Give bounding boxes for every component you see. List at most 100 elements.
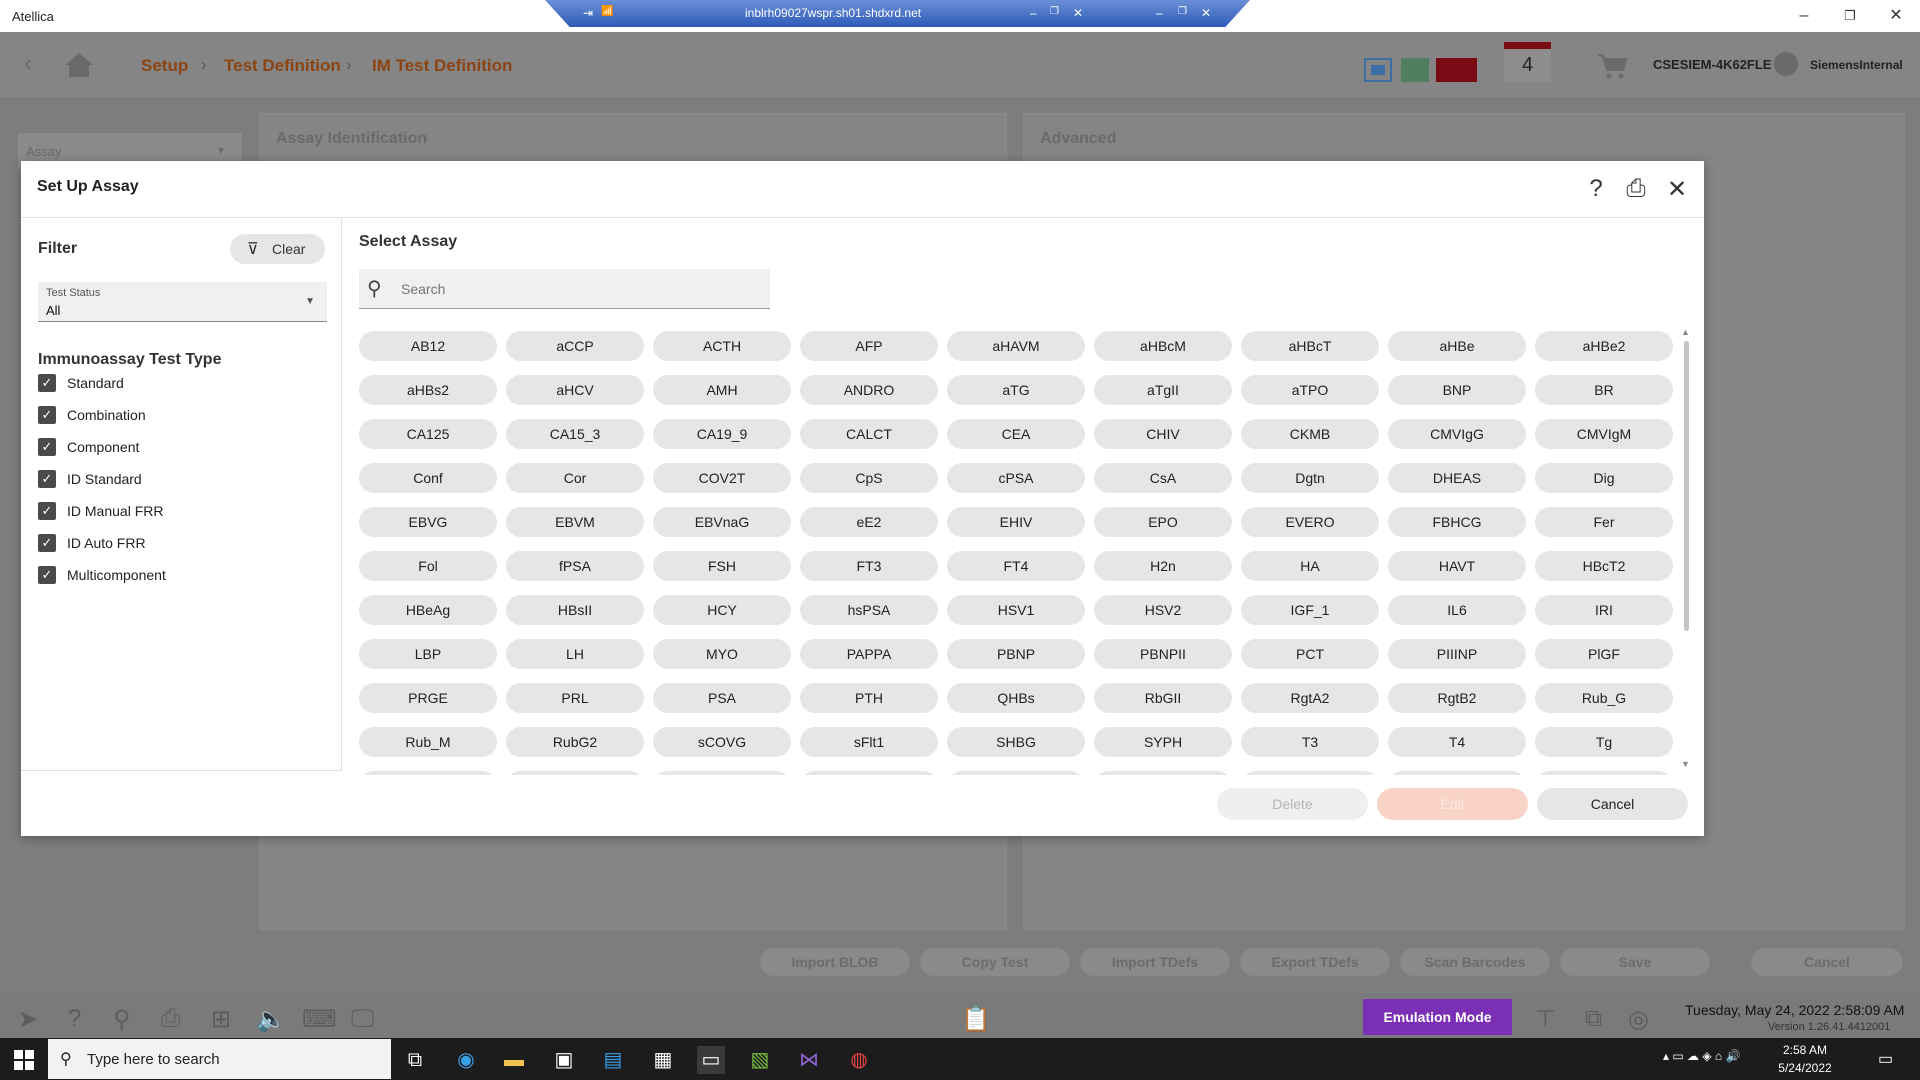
taskbar-time[interactable]: 2:58 AM [1777, 1043, 1833, 1057]
assay-button[interactable]: CHIV [1094, 419, 1232, 449]
assay-button[interactable]: Cor [506, 463, 644, 493]
cart-icon[interactable] [1597, 52, 1629, 80]
app-icon-2[interactable]: ▦ [649, 1046, 677, 1074]
rdp-restore-button[interactable]: ❐ [1050, 6, 1059, 17]
assay-button[interactable]: Tg [1535, 727, 1673, 757]
pin-icon[interactable]: ⇥ [583, 6, 593, 20]
assay-button[interactable]: ACTH [653, 331, 791, 361]
assay-button[interactable]: CEA [947, 419, 1085, 449]
assay-button[interactable]: PBNPII [1094, 639, 1232, 669]
assay-button[interactable]: aHBe [1388, 331, 1526, 361]
assay-button[interactable]: HA [1241, 551, 1379, 581]
assay-button[interactable]: Conf [359, 463, 497, 493]
task-view-icon[interactable]: ⧉ [401, 1046, 429, 1074]
assay-button[interactable]: aHBs2 [359, 375, 497, 405]
chrome-icon[interactable]: ◍ [845, 1046, 873, 1074]
assay-button[interactable]: QHBs [947, 683, 1085, 713]
assay-button[interactable]: HBsII [506, 595, 644, 625]
assay-button[interactable]: hsPSA [800, 595, 938, 625]
breadcrumb-setup[interactable]: Setup [141, 56, 188, 76]
assay-button[interactable]: CALCT [800, 419, 938, 449]
assay-button-partial[interactable] [800, 771, 938, 775]
import-blob-button[interactable]: Import BLOB [760, 948, 910, 976]
speaker-icon[interactable]: 🔈 [256, 1005, 286, 1034]
assay-button[interactable]: PCT [1241, 639, 1379, 669]
assay-button[interactable]: SYPH [1094, 727, 1232, 757]
file-explorer-icon[interactable]: ▬ [500, 1046, 528, 1074]
assay-button-partial[interactable] [1388, 771, 1526, 775]
assay-button[interactable]: cPSA [947, 463, 1085, 493]
assay-button[interactable]: aTgII [1094, 375, 1232, 405]
assay-button[interactable]: PSA [653, 683, 791, 713]
assay-button[interactable]: EBVG [359, 507, 497, 537]
assay-button[interactable]: HSV1 [947, 595, 1085, 625]
assay-button[interactable]: T3 [1241, 727, 1379, 757]
assay-button[interactable]: FBHCG [1388, 507, 1526, 537]
assay-button[interactable]: FSH [653, 551, 791, 581]
assay-button-partial[interactable] [1241, 771, 1379, 775]
help-icon[interactable]: ? [68, 1005, 81, 1033]
clear-filter-button[interactable]: ⊽ Clear [230, 234, 325, 264]
save-button[interactable]: Save [1560, 948, 1710, 976]
assay-button[interactable]: PRL [506, 683, 644, 713]
assay-button[interactable]: PRGE [359, 683, 497, 713]
assay-button[interactable]: aHBe2 [1535, 331, 1673, 361]
assay-button[interactable]: PBNP [947, 639, 1085, 669]
assay-button[interactable]: IRI [1535, 595, 1673, 625]
notification-icon[interactable]: ▭ [1878, 1049, 1893, 1069]
assay-button[interactable]: Fer [1535, 507, 1673, 537]
assay-button[interactable]: LH [506, 639, 644, 669]
assay-button[interactable]: sFlt1 [800, 727, 938, 757]
assay-button[interactable]: LBP [359, 639, 497, 669]
visual-studio-icon[interactable]: ⋈ [795, 1046, 823, 1074]
rdp-minimize-button-2[interactable]: – [1156, 6, 1163, 20]
taskbar-date[interactable]: 5/24/2022 [1773, 1061, 1837, 1075]
assay-button-partial[interactable] [653, 771, 791, 775]
copy-test-button[interactable]: Copy Test [920, 948, 1070, 976]
scan-barcodes-button[interactable]: Scan Barcodes [1400, 948, 1550, 976]
emulation-mode-button[interactable]: Emulation Mode [1363, 999, 1512, 1035]
assay-button[interactable]: aHBcT [1241, 331, 1379, 361]
scroll-down-icon[interactable]: ▼ [1681, 759, 1690, 769]
close-icon[interactable]: ✕ [1662, 175, 1692, 204]
background-cancel-button[interactable]: Cancel [1751, 948, 1903, 976]
assay-button[interactable]: fPSA [506, 551, 644, 581]
assay-button[interactable]: EVERO [1241, 507, 1379, 537]
assay-button[interactable]: CMVIgM [1535, 419, 1673, 449]
store-icon[interactable]: ▤ [599, 1046, 627, 1074]
rdp-close-button-2[interactable]: ✕ [1201, 6, 1211, 20]
assay-button[interactable]: aHCV [506, 375, 644, 405]
checkbox-checked-icon[interactable]: ✓ [38, 374, 56, 392]
help-icon[interactable]: ? [1581, 175, 1611, 203]
assay-button[interactable]: HAVT [1388, 551, 1526, 581]
assay-button[interactable]: AB12 [359, 331, 497, 361]
assay-button[interactable]: EHIV [947, 507, 1085, 537]
assay-button[interactable]: CsA [1094, 463, 1232, 493]
test-status-dropdown[interactable]: Test Status All ▼ [38, 282, 327, 322]
checkbox-checked-icon[interactable]: ✓ [38, 470, 56, 488]
taskbar-search-box[interactable]: ⚲ Type here to search [48, 1039, 391, 1079]
tray-icons[interactable]: ▴ ▭ ☁ ◈ ⌂ 🔊 [1663, 1049, 1740, 1063]
assay-button[interactable]: Dig [1535, 463, 1673, 493]
assay-button[interactable]: aHAVM [947, 331, 1085, 361]
scroll-up-icon[interactable]: ▲ [1681, 327, 1690, 337]
user-name[interactable]: SiemensInternal [1810, 58, 1903, 72]
assay-button[interactable]: H2n [1094, 551, 1232, 581]
assay-button[interactable]: MYO [653, 639, 791, 669]
navigate-icon[interactable]: ➤ [18, 1005, 38, 1034]
assay-button[interactable]: Fol [359, 551, 497, 581]
assay-button[interactable]: HCY [653, 595, 791, 625]
assay-button[interactable]: ANDRO [800, 375, 938, 405]
assay-button[interactable]: FT3 [800, 551, 938, 581]
assay-button[interactable]: HSV2 [1094, 595, 1232, 625]
print-icon[interactable]: ⎙ [161, 1005, 180, 1033]
checkbox-checked-icon[interactable]: ✓ [38, 438, 56, 456]
checkbox-checked-icon[interactable]: ✓ [38, 406, 56, 424]
assay-button[interactable]: CMVIgG [1388, 419, 1526, 449]
hierarchy-icon[interactable]: ⊞ [211, 1005, 231, 1034]
notepad-plus-icon[interactable]: ▧ [746, 1046, 774, 1074]
assay-button[interactable]: EBVM [506, 507, 644, 537]
assay-button[interactable]: EPO [1094, 507, 1232, 537]
edge-browser-icon[interactable]: ◉ [452, 1046, 480, 1074]
assay-button[interactable]: aHBcM [1094, 331, 1232, 361]
